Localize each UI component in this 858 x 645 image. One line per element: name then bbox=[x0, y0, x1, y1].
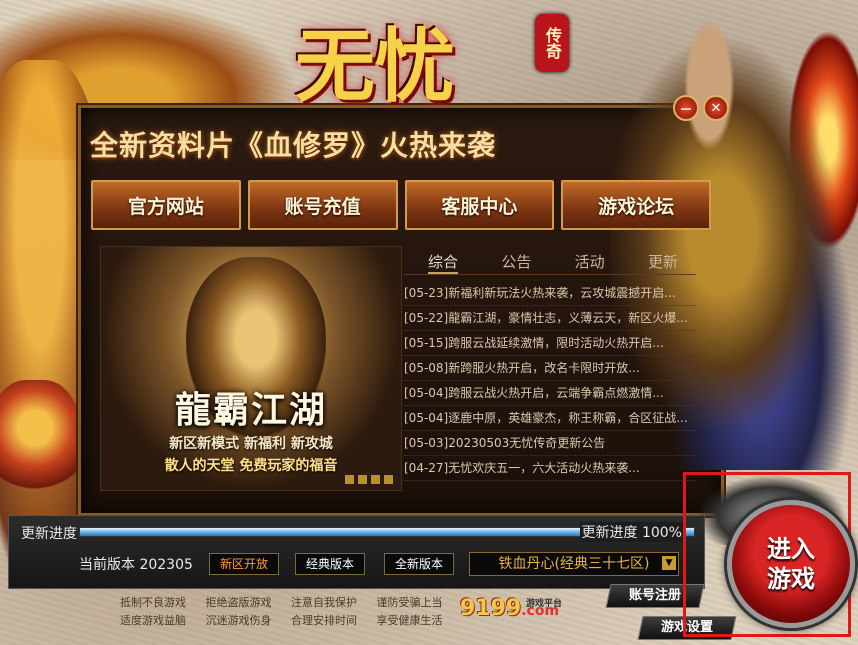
register-button-label: 账号注册 bbox=[628, 588, 681, 603]
progress-percent: 更新进度 100% bbox=[579, 522, 684, 542]
carousel-dot[interactable] bbox=[371, 475, 380, 484]
enter-game-button[interactable]: 进入 游戏 bbox=[727, 500, 855, 628]
tab-updates[interactable]: 更新 bbox=[648, 248, 678, 274]
news-list: [05-23]新福利新玩法火热来袭，云攻城震撼开启... [05-22]龍霸江湖… bbox=[404, 281, 696, 481]
enter-game-label-2: 游戏 bbox=[767, 565, 815, 593]
new-server-button[interactable]: 新区开放 bbox=[209, 553, 280, 575]
carousel-dot[interactable] bbox=[384, 475, 393, 484]
news-item[interactable]: [05-03]20230503无忧传奇更新公告 bbox=[404, 431, 696, 456]
tab-announcement[interactable]: 公告 bbox=[501, 248, 531, 274]
server-select-value: 铁血丹心(经典三十七区) bbox=[498, 556, 650, 572]
notice-text: 适度游戏益脑 bbox=[120, 614, 186, 627]
game-logo: 无忧 传奇 bbox=[295, 2, 569, 113]
classic-version-button[interactable]: 经典版本 bbox=[295, 553, 366, 575]
platform-logo-number: 9199 bbox=[460, 596, 522, 621]
promo-subtitle-1: 新区新模式 新福利 新攻城 bbox=[169, 436, 333, 452]
new-version-button[interactable]: 全新版本 bbox=[384, 553, 455, 575]
promo-subtitle-2: 散人的天堂 免费玩家的福音 bbox=[164, 458, 338, 474]
news-panel: 综合 公告 活动 更新 [05-23]新福利新玩法火热来袭，云攻城震撼开启...… bbox=[404, 248, 696, 488]
news-tabs: 综合 公告 活动 更新 bbox=[404, 248, 696, 275]
notice-text: 拒绝盗版游戏 bbox=[205, 596, 272, 609]
launcher-panel: 更新进度 更新进度 100% 当前版本 202305 新区开放 经典版本 全新版… bbox=[8, 515, 705, 589]
news-item[interactable]: [05-08]新跨服火热开启，改名卡限时开放... bbox=[404, 356, 696, 381]
platform-logo: 9199.com 游戏平台 bbox=[460, 596, 570, 626]
official-site-button[interactable]: 官方网站 bbox=[91, 180, 241, 230]
enter-game-label-1: 进入 bbox=[767, 535, 815, 563]
notice-text: 注意自我保护 bbox=[291, 596, 357, 609]
news-item[interactable]: [04-27]无忧欢庆五一，六大活动火热来袭... bbox=[404, 456, 696, 481]
notice-text: 享受健康生活 bbox=[376, 614, 443, 627]
health-notice: 抵制不良游戏 拒绝盗版游戏 注意自我保护 谨防受骗上当 适度游戏益脑 沉迷游戏伤… bbox=[120, 594, 450, 628]
close-button[interactable]: ✕ bbox=[703, 95, 729, 121]
carousel-dots bbox=[345, 475, 393, 484]
notice-text: 沉迷游戏伤身 bbox=[205, 614, 272, 627]
enter-game-highlight: 进入 游戏 bbox=[683, 472, 855, 637]
logo-title: 无忧 bbox=[295, 19, 455, 113]
server-select[interactable]: 铁血丹心(经典三十七区) ▼ bbox=[469, 552, 679, 576]
window-controls: － ✕ bbox=[673, 95, 729, 121]
carousel-dot[interactable] bbox=[345, 475, 354, 484]
notice-text: 合理安排时间 bbox=[291, 614, 357, 627]
chevron-down-icon[interactable]: ▼ bbox=[662, 556, 676, 570]
news-item[interactable]: [05-23]新福利新玩法火热来袭，云攻城震撼开启... bbox=[404, 281, 696, 306]
promo-banner[interactable]: 龍霸江湖 新区新模式 新福利 新攻城 散人的天堂 免费玩家的福音 bbox=[100, 246, 402, 491]
customer-service-button[interactable]: 客服中心 bbox=[404, 180, 555, 230]
version-label: 当前版本 202305 bbox=[79, 557, 193, 573]
notice-text: 谨防受骗上当 bbox=[376, 596, 443, 609]
carousel-dot[interactable] bbox=[358, 475, 367, 484]
news-item[interactable]: [05-22]龍霸江湖，豪情壮志，义薄云天，新区火爆... bbox=[404, 306, 696, 331]
notice-text: 抵制不良游戏 bbox=[120, 596, 186, 609]
promo-title: 龍霸江湖 bbox=[174, 389, 327, 431]
news-item[interactable]: [05-04]逐鹿中原，英雄豪杰，称王称霸，合区征战... bbox=[404, 406, 696, 431]
forum-button[interactable]: 游戏论坛 bbox=[561, 180, 711, 230]
expansion-banner: 全新资料片《血修罗》火热来袭 bbox=[90, 129, 497, 162]
minimize-button[interactable]: － bbox=[673, 95, 699, 121]
progress-label: 更新进度 bbox=[21, 526, 77, 542]
tab-events[interactable]: 活动 bbox=[575, 248, 605, 274]
recharge-button[interactable]: 账号充值 bbox=[247, 180, 398, 230]
progress-bar: 更新进度 100% bbox=[79, 522, 695, 542]
platform-logo-caption: 游戏平台 bbox=[526, 599, 563, 609]
news-item[interactable]: [05-04]跨服云战火热开启，云端争霸点燃激情... bbox=[404, 381, 696, 406]
logo-seal: 传奇 bbox=[535, 14, 569, 72]
dragon-head-art bbox=[0, 380, 80, 500]
nav-bar: 官方网站 账号充值 客服中心 游戏论坛 bbox=[91, 180, 711, 230]
news-item[interactable]: [05-15]跨服云战延续激情，限时活动火热开启... bbox=[404, 331, 696, 356]
tab-general[interactable]: 综合 bbox=[428, 248, 459, 274]
